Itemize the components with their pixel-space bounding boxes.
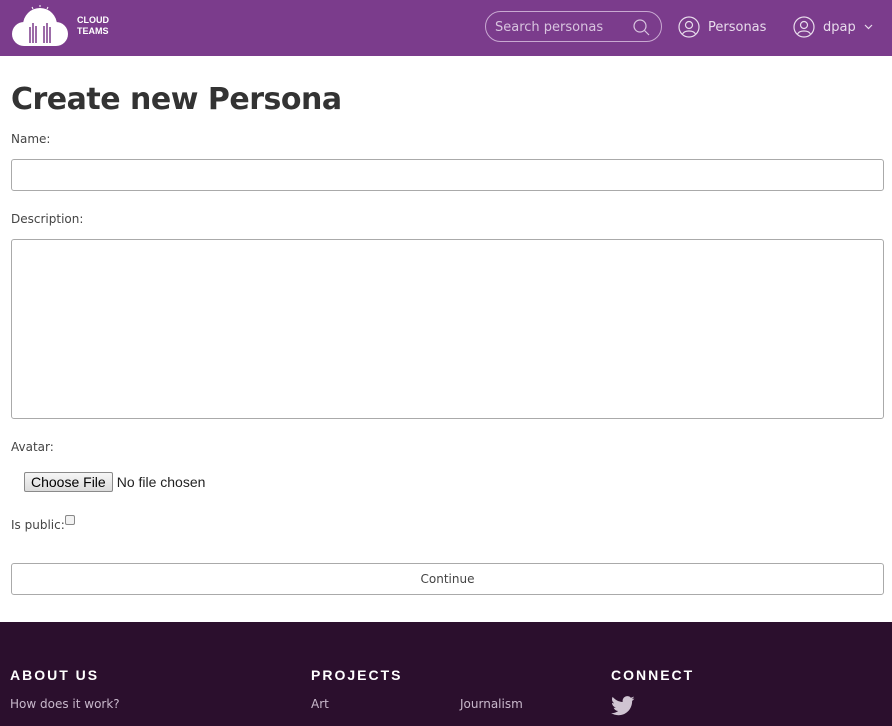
cloudteams-logo-icon[interactable] [10, 5, 70, 47]
name-field[interactable] [11, 159, 884, 191]
nav-personas-label: Personas [708, 19, 767, 35]
name-label: Name: [11, 132, 51, 146]
search-icon[interactable] [632, 18, 650, 36]
logo-line-2: TEAMS [77, 26, 109, 36]
avatar-label: Avatar: [11, 440, 54, 454]
search-box [485, 11, 662, 42]
avatar-file-input: Choose File No file chosen [24, 472, 205, 492]
twitter-icon[interactable] [611, 696, 635, 716]
chevron-down-icon [864, 24, 873, 30]
description-label: Description: [11, 212, 84, 226]
continue-button[interactable]: Continue [11, 563, 884, 595]
footer-connect-heading: CONNECT [611, 667, 695, 683]
page-title: Create new Persona [11, 82, 342, 117]
user-name: dpap [823, 19, 856, 35]
is-public-label: Is public: [11, 518, 65, 532]
logo-line-1: CLOUD [77, 15, 109, 25]
nav-personas-link[interactable]: Personas [678, 14, 766, 40]
footer-link-how-it-works[interactable]: How does it work? [10, 697, 120, 711]
file-status-text: No file chosen [116, 474, 206, 490]
user-circle-icon [678, 16, 700, 38]
choose-file-button[interactable]: Choose File [24, 472, 113, 492]
logo-text: CLOUD TEAMS [77, 15, 109, 37]
search-input[interactable] [495, 18, 630, 36]
top-navbar: CLOUD TEAMS Personas dpap [0, 0, 892, 56]
footer-link-art[interactable]: Art [311, 697, 329, 711]
footer-projects-heading: PROJECTS [311, 667, 403, 683]
user-circle-icon [793, 16, 815, 38]
description-field[interactable] [11, 239, 884, 419]
footer: ABOUT US How does it work? PROJECTS Art … [0, 622, 892, 726]
is-public-checkbox[interactable] [65, 515, 75, 525]
footer-link-journalism[interactable]: Journalism [460, 697, 523, 711]
footer-about-heading: ABOUT US [10, 667, 100, 683]
user-menu[interactable]: dpap [793, 14, 881, 40]
